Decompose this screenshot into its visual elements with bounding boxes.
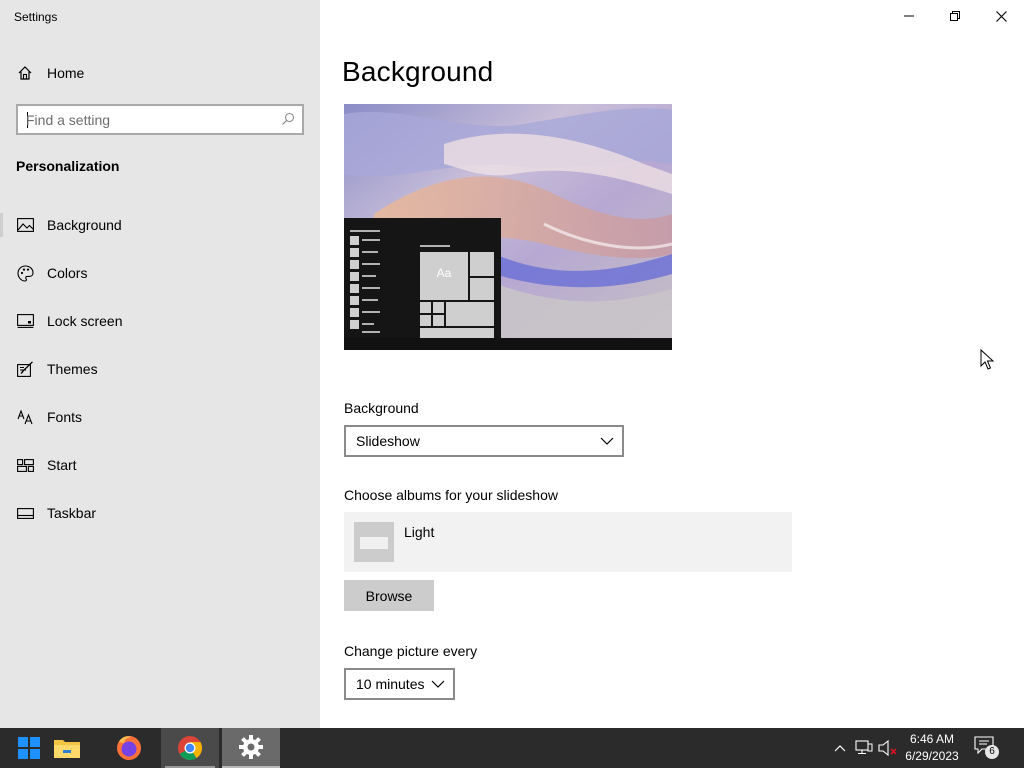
browse-button[interactable]: Browse — [344, 580, 434, 611]
sidebar-item-label: Background — [47, 217, 122, 233]
close-icon — [995, 10, 1007, 22]
taskbar-firefox[interactable] — [100, 728, 158, 768]
sidebar: Settings Home Personalization Background — [0, 0, 320, 728]
font-icon — [16, 408, 34, 426]
folder-icon — [54, 740, 80, 758]
preview-taskbar — [344, 338, 672, 350]
palette-icon — [16, 264, 34, 282]
clock[interactable]: 6:46 AM 6/29/2023 — [900, 731, 964, 765]
sidebar-item-label: Taskbar — [47, 505, 97, 521]
background-type-dropdown[interactable]: Slideshow — [344, 425, 624, 457]
brush-icon — [16, 360, 34, 378]
chrome-icon — [178, 736, 203, 761]
restore-icon — [950, 11, 960, 21]
volume-muted-icon — [878, 740, 897, 756]
show-hidden-icons-button[interactable] — [830, 738, 850, 758]
album-thumbnail — [354, 522, 394, 562]
sidebar-item-lock-screen[interactable]: Lock screen — [0, 301, 320, 341]
taskbar-file-explorer[interactable] — [38, 728, 96, 768]
windows-logo-icon — [18, 737, 40, 759]
sidebar-item-label: Colors — [47, 265, 88, 281]
minimize-button[interactable] — [886, 0, 932, 32]
tile-label: Aa — [436, 266, 452, 280]
chevron-down-icon — [431, 680, 445, 688]
clock-date: 6/29/2023 — [905, 749, 959, 763]
window-title: Settings — [14, 10, 58, 24]
volume-button[interactable] — [878, 738, 898, 758]
background-type-value: Slideshow — [356, 433, 420, 449]
sidebar-item-label: Fonts — [47, 409, 83, 425]
chevron-up-icon — [834, 745, 846, 752]
page-title: Background — [342, 56, 494, 87]
minimize-icon — [904, 15, 914, 17]
search-box[interactable] — [16, 104, 304, 135]
home-icon — [16, 64, 34, 82]
notification-badge: 6 — [985, 745, 999, 759]
firefox-icon — [117, 736, 141, 760]
sidebar-item-themes[interactable]: Themes — [0, 349, 320, 389]
background-preview: Aa — [344, 104, 672, 350]
mouse-cursor-icon — [980, 349, 994, 370]
gear-icon — [239, 735, 263, 759]
sidebar-item-label: Start — [47, 457, 77, 473]
sidebar-item-fonts[interactable]: Fonts — [0, 397, 320, 437]
interval-dropdown[interactable]: 10 minutes — [344, 668, 455, 700]
sidebar-home[interactable]: Home — [0, 58, 320, 88]
taskbar: 6:46 AM 6/29/2023 6 — [0, 728, 1024, 768]
sidebar-item-start[interactable]: Start — [0, 445, 320, 485]
chevron-down-icon — [600, 437, 614, 445]
section-title: Personalization — [16, 158, 120, 174]
home-label: Home — [47, 65, 85, 81]
network-button[interactable] — [854, 738, 874, 758]
lock-screen-icon — [16, 312, 34, 330]
interval-value: 10 minutes — [356, 676, 425, 692]
network-icon — [855, 740, 873, 755]
search-icon[interactable] — [281, 112, 295, 131]
restore-button[interactable] — [932, 0, 978, 32]
sidebar-item-label: Themes — [47, 361, 98, 377]
albums-label: Choose albums for your slideshow — [344, 487, 558, 503]
taskbar-chrome[interactable] — [161, 728, 219, 768]
background-label: Background — [344, 400, 419, 416]
start-menu-preview: Aa — [344, 218, 501, 338]
search-input[interactable] — [26, 110, 266, 130]
start-tiles-icon — [16, 456, 34, 474]
interval-label: Change picture every — [344, 643, 478, 659]
taskbar-icon — [16, 504, 34, 522]
sidebar-item-colors[interactable]: Colors — [0, 253, 320, 293]
album-name: Light — [404, 524, 435, 540]
sidebar-item-background[interactable]: Background — [0, 205, 320, 245]
settings-window: Settings Home Personalization Background — [0, 0, 1024, 728]
close-button[interactable] — [978, 0, 1024, 32]
taskbar-settings[interactable] — [222, 728, 280, 768]
picture-icon — [16, 216, 34, 234]
sidebar-item-taskbar[interactable]: Taskbar — [0, 493, 320, 533]
album-item[interactable]: Light — [344, 512, 792, 572]
action-center-button[interactable]: 6 — [974, 736, 999, 760]
clock-time: 6:46 AM — [909, 732, 955, 746]
sidebar-item-label: Lock screen — [47, 313, 123, 329]
